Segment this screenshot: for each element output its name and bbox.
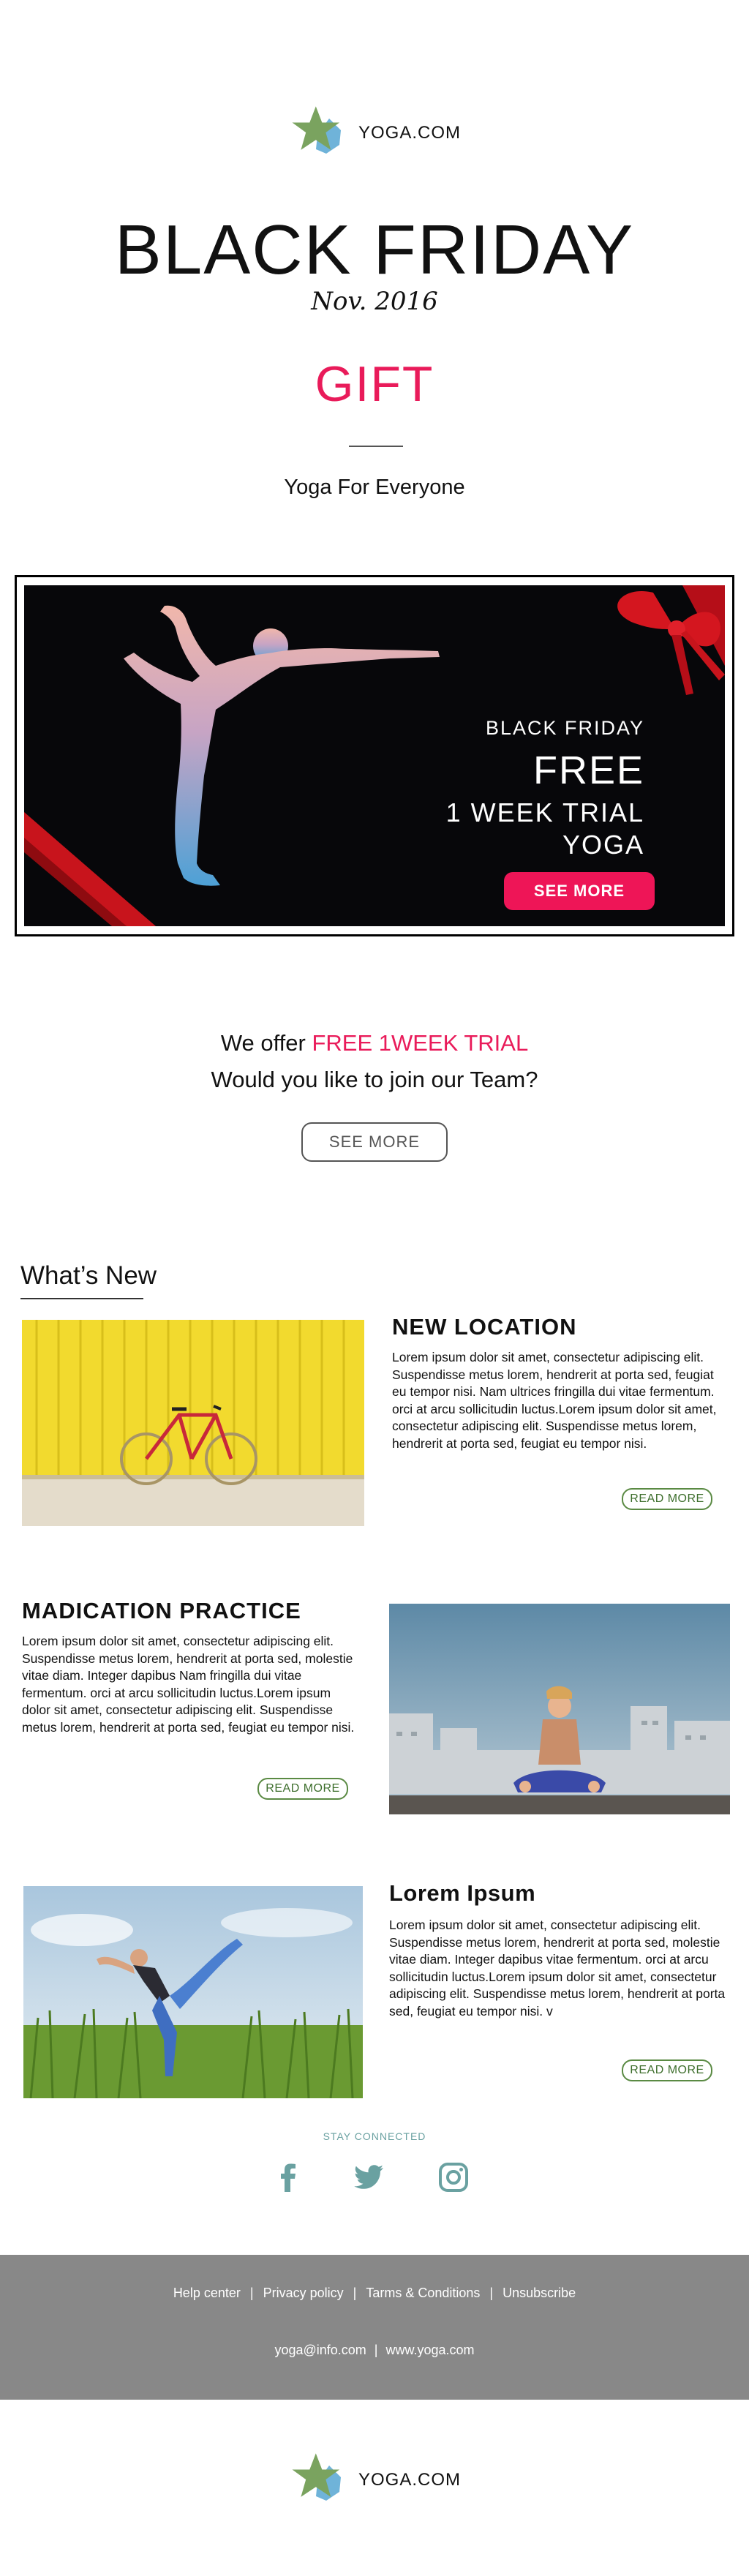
hero-date: Nov. 2016 (311, 287, 438, 316)
header-logo[interactable]: YOGA.COM (0, 99, 749, 165)
brand-name: YOGA.COM (358, 123, 461, 143)
footer-logo[interactable]: YOGA.COM (0, 2447, 749, 2512)
card-body: Lorem ipsum dolor sit amet, consectetur … (389, 1918, 726, 2019)
footer-link-terms[interactable]: Tarms & Conditions (366, 2286, 480, 2300)
whats-new-underline (20, 1298, 143, 1299)
card-image-bicycle (22, 1320, 364, 1526)
card-image-yoga-grass (23, 1886, 363, 2098)
tagline: Yoga For Everyone (284, 476, 465, 499)
promo-banner[interactable]: BLACK FRIDAY FREE 1 WEEK TRIAL YOGA SEE … (24, 585, 725, 926)
instagram-icon[interactable] (436, 2160, 471, 2195)
brand-name: YOGA.COM (358, 2470, 461, 2490)
read-more-button[interactable]: READ MORE (622, 1488, 712, 1510)
banner-see-more-button[interactable]: SEE MORE (504, 872, 655, 910)
stay-connected-label: STAY CONNECTED (323, 2130, 426, 2142)
footer-contact: yoga@info.com | www.yoga.com (0, 2343, 749, 2358)
footer-separator: | (353, 2286, 357, 2300)
card-body: Lorem ipsum dolor sit amet, consectetur … (22, 1634, 355, 1735)
read-more-button[interactable]: READ MORE (257, 1778, 348, 1800)
hero-title: BLACK FRIDAY (114, 211, 635, 289)
twitter-icon[interactable] (351, 2160, 386, 2195)
whats-new-title: What’s New (20, 1261, 157, 1290)
footer-separator: | (249, 2286, 254, 2300)
card-heading: MADICATION PRACTICE (22, 1598, 301, 1623)
banner-line4: YOGA (562, 830, 644, 860)
offer-text: We offer FREE 1WEEK TRIAL (0, 1030, 749, 1056)
footer-link-help[interactable]: Help center (173, 2286, 241, 2300)
footer-link-privacy[interactable]: Privacy policy (263, 2286, 344, 2300)
card-body: Lorem ipsum dolor sit amet, consectetur … (392, 1350, 717, 1451)
card-heading: Lorem Ipsum (389, 1880, 536, 1906)
offer-highlight: FREE 1WEEK TRIAL (312, 1030, 529, 1056)
gift-bow-icon (617, 585, 725, 695)
star-logo-icon (292, 106, 341, 154)
footer: Help center | Privacy policy | Tarms & C… (0, 2255, 749, 2400)
gift-heading: GIFT (315, 356, 434, 412)
footer-separator: | (374, 2343, 378, 2357)
divider (349, 446, 403, 447)
banner-line1: BLACK FRIDAY (485, 717, 644, 739)
footer-website-link[interactable]: www.yoga.com (386, 2343, 475, 2357)
card-image-meditation (389, 1604, 730, 1814)
facebook-icon[interactable] (271, 2160, 306, 2195)
footer-links: Help center | Privacy policy | Tarms & C… (0, 2286, 749, 2301)
card-heading: NEW LOCATION (392, 1314, 577, 1340)
footer-separator: | (489, 2286, 494, 2300)
offer-question: Would you like to join our Team? (211, 1067, 538, 1092)
offer-prefix: We offer (220, 1030, 312, 1056)
banner-line3: 1 WEEK TRIAL (445, 797, 644, 827)
footer-link-unsubscribe[interactable]: Unsubscribe (503, 2286, 576, 2300)
banner-line2: FREE (532, 748, 644, 792)
read-more-button[interactable]: READ MORE (622, 2059, 712, 2081)
footer-email-link[interactable]: yoga@info.com (274, 2343, 366, 2357)
offer-see-more-button[interactable]: SEE MORE (301, 1122, 448, 1162)
star-logo-icon (292, 2453, 341, 2501)
